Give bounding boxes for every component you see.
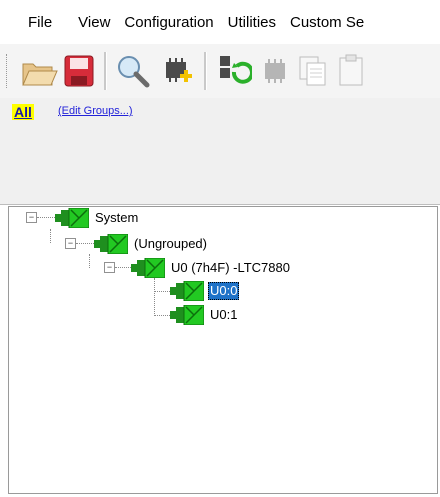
paste-icon[interactable] xyxy=(334,52,372,90)
menu-bar: File View Configuration Utilities Custom… xyxy=(0,0,440,44)
device-tree: − System − (Ungrouped) − U0 (7h4F) -LTC7… xyxy=(8,206,438,494)
collapse-ungrouped-toggle[interactable]: − xyxy=(65,238,76,249)
edit-groups-link[interactable]: (Edit Groups...) xyxy=(58,104,133,118)
open-folder-icon[interactable] xyxy=(20,52,58,90)
collapse-device-toggle[interactable]: − xyxy=(104,262,115,273)
toolbar-grip[interactable] xyxy=(6,54,10,88)
system-node-icon xyxy=(55,208,89,228)
menu-view[interactable]: View xyxy=(78,14,124,31)
tree-node-ungrouped[interactable]: (Ungrouped) xyxy=(134,236,207,252)
tree-connector xyxy=(50,229,51,243)
collapse-system-toggle[interactable]: − xyxy=(26,212,37,223)
menu-file[interactable]: File xyxy=(28,14,66,31)
page-node-icon xyxy=(170,281,204,301)
tree-connector xyxy=(154,278,155,316)
tree-connector xyxy=(154,291,170,292)
save-icon[interactable] xyxy=(60,52,98,90)
group-filter-panel: All (Edit Groups...) xyxy=(0,98,440,205)
toolbar xyxy=(0,44,440,99)
tree-connector xyxy=(115,267,131,268)
device-node-icon xyxy=(131,258,165,278)
group-node-icon xyxy=(94,234,128,254)
tree-connector xyxy=(89,254,90,268)
toolbar-separator xyxy=(104,52,107,90)
menu-custom[interactable]: Custom Se xyxy=(290,14,378,31)
refresh-device-icon[interactable] xyxy=(214,52,252,90)
search-icon[interactable] xyxy=(114,52,152,90)
tree-connector xyxy=(76,243,94,244)
tree-connector xyxy=(154,315,170,316)
toolbar-separator xyxy=(204,52,207,90)
menu-utilities[interactable]: Utilities xyxy=(228,14,290,31)
copy-icon[interactable] xyxy=(294,52,332,90)
all-groups-link[interactable]: All xyxy=(12,104,34,120)
add-chip-icon[interactable] xyxy=(158,52,196,90)
tree-node-system[interactable]: System xyxy=(95,210,138,226)
tree-connector xyxy=(37,217,55,218)
tree-node-page-0[interactable]: U0:0 xyxy=(208,282,240,300)
tree-node-page-1[interactable]: U0:1 xyxy=(210,307,237,323)
tree-node-device[interactable]: U0 (7h4F) -LTC7880 xyxy=(171,260,290,276)
chip-icon[interactable] xyxy=(256,52,294,90)
page-node-icon xyxy=(170,305,204,325)
menu-configuration[interactable]: Configuration xyxy=(124,14,227,31)
